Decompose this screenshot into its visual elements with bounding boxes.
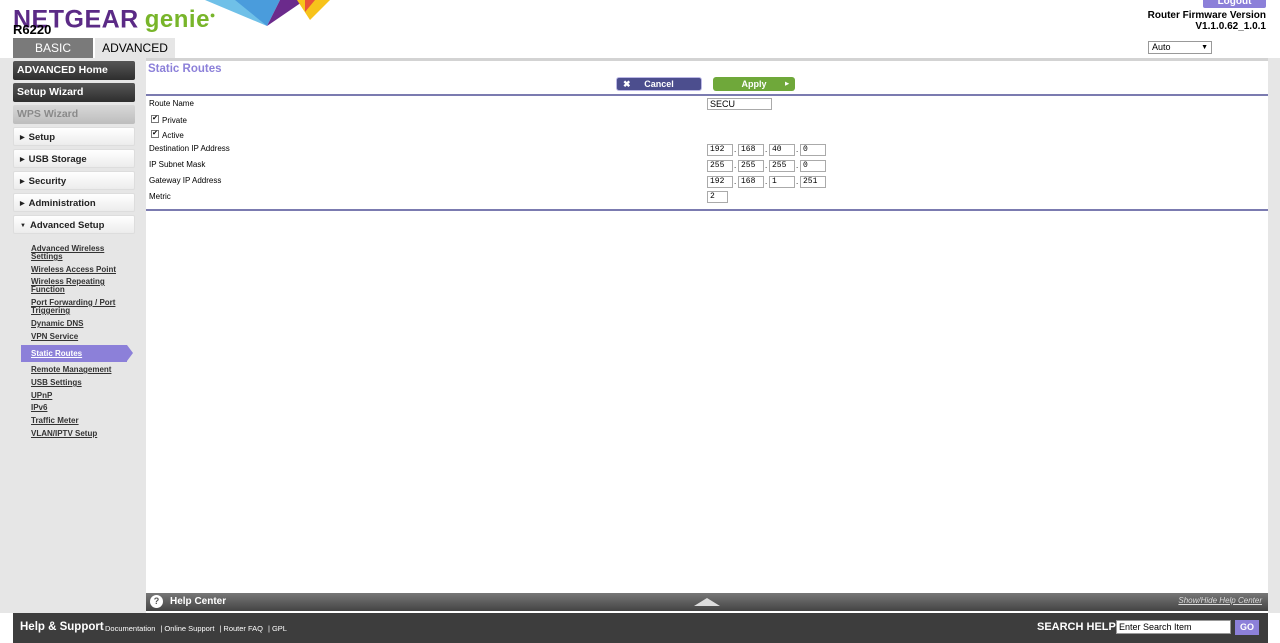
online-support-link[interactable]: Online Support [164, 624, 214, 633]
footer: Help & Support Documentation | Online Supp… [13, 613, 1268, 643]
active-checkbox[interactable]: ✔ [151, 130, 159, 138]
help-center-title: Help Center [170, 596, 227, 607]
firmware-label: Router Firmware Version [1147, 10, 1266, 21]
caret-down-icon: ▼ [20, 223, 26, 229]
caret-right-icon: ▶ [20, 157, 25, 163]
gateway-octet-2[interactable]: 168 [738, 176, 764, 188]
dest-ip-octet-2[interactable]: 168 [738, 144, 764, 156]
gateway-octet-1[interactable]: 192 [707, 176, 733, 188]
close-icon: ✖ [623, 79, 631, 89]
subnet-octet-2[interactable]: 255 [738, 160, 764, 172]
destination-ip-label: Destination IP Address [149, 144, 230, 153]
subnet-mask-label: IP Subnet Mask [149, 160, 206, 169]
subnet-octet-1[interactable]: 255 [707, 160, 733, 172]
metric-input[interactable]: 2 [707, 191, 728, 203]
chevron-down-icon: ▼ [1201, 44, 1208, 51]
router-faq-link[interactable]: Router FAQ [223, 624, 263, 633]
submenu-advanced-wireless-settings[interactable]: Advanced Wireless Settings [31, 245, 121, 261]
cancel-label: Cancel [644, 79, 674, 89]
sidebar-item-administration[interactable]: ▶ Administration [13, 193, 135, 212]
tab-advanced[interactable]: ADVANCED [95, 38, 175, 58]
sidebar-item-security[interactable]: ▶ Security [13, 171, 135, 190]
scrollbar[interactable] [1268, 58, 1280, 613]
sidebar-item-advanced-setup[interactable]: ▼ Advanced Setup [13, 215, 135, 234]
dest-ip-octet-4[interactable]: 0 [800, 144, 826, 156]
sidebar-item-label: USB Storage [28, 154, 87, 165]
submenu-static-routes[interactable]: Static Routes [21, 345, 133, 362]
product-text: genie [144, 6, 210, 34]
sidebar-item-label: Setup [28, 132, 56, 143]
subnet-octet-4[interactable]: 0 [800, 160, 826, 172]
caret-right-icon: ▶ [20, 135, 25, 141]
sidebar-item-label: Advanced Setup [29, 220, 105, 231]
footer-links: Documentation | Online Support | Router FAQ |… [105, 624, 287, 633]
subnet-octet-3[interactable]: 255 [769, 160, 795, 172]
route-name-label: Route Name [149, 99, 194, 108]
caret-right-icon: ▶ [20, 201, 25, 207]
page-title: Static Routes [148, 63, 222, 75]
submenu-traffic-meter[interactable]: Traffic Meter [31, 417, 121, 425]
sidebar-item-label: Administration [28, 198, 96, 209]
submenu-upnp[interactable]: UPnP [31, 392, 121, 400]
documentation-link[interactable]: Documentation [105, 624, 155, 633]
gateway-octet-3[interactable]: 1 [769, 176, 795, 188]
route-name-input[interactable]: SECU [707, 98, 772, 110]
submenu-wireless-repeating-function[interactable]: Wireless Repeating Function [31, 278, 121, 294]
metric-label: Metric [149, 192, 171, 201]
arrow-right-icon: ▶ [785, 81, 789, 87]
search-help-input[interactable]: Enter Search Item [1116, 620, 1231, 634]
submenu-wireless-access-point[interactable]: Wireless Access Point [31, 266, 121, 274]
active-label: Active [162, 131, 184, 140]
gpl-link[interactable]: GPL [272, 624, 287, 633]
help-support-title: Help & Support [20, 621, 104, 633]
gateway-ip-label: Gateway IP Address [149, 176, 222, 185]
search-help-label: SEARCH HELP [1037, 621, 1116, 633]
language-value: Auto [1152, 42, 1171, 52]
sidebar-item-usb-storage[interactable]: ▶ USB Storage [13, 149, 135, 168]
private-checkbox[interactable]: ✔ [151, 115, 159, 123]
expand-up-icon[interactable] [694, 598, 720, 606]
gateway-octet-4[interactable]: 251 [800, 176, 826, 188]
apply-button[interactable]: Apply ▶ [713, 77, 795, 91]
sidebar-item-label: Security [28, 176, 67, 187]
firmware-version: V1.1.0.62_1.0.1 [1195, 21, 1266, 32]
logo-graphic-icon [205, 0, 330, 26]
question-icon: ? [150, 595, 163, 608]
submenu-vpn-service[interactable]: VPN Service [31, 333, 121, 341]
submenu-dynamic-dns[interactable]: Dynamic DNS [31, 320, 121, 328]
help-center-bar[interactable]: ? Help Center Show/Hide Help Center [146, 593, 1268, 611]
submenu-remote-management[interactable]: Remote Management [31, 366, 121, 374]
cancel-button[interactable]: ✖ Cancel [616, 77, 702, 91]
dest-ip-octet-3[interactable]: 40 [769, 144, 795, 156]
model-name: R6220 [13, 22, 52, 37]
apply-label: Apply [741, 79, 767, 89]
go-button[interactable]: GO [1235, 620, 1259, 635]
dest-ip-octet-1[interactable]: 192 [707, 144, 733, 156]
submenu-vlan-iptv-setup[interactable]: VLAN/IPTV Setup [31, 430, 121, 438]
main-content: Static Routes ✖ Cancel Apply ▶ Route Nam… [146, 58, 1268, 593]
wps-wizard-button: WPS Wizard [13, 105, 135, 124]
tab-basic[interactable]: BASIC [13, 38, 93, 58]
caret-right-icon: ▶ [20, 179, 25, 185]
submenu-usb-settings[interactable]: USB Settings [31, 379, 121, 387]
setup-wizard-button[interactable]: Setup Wizard [13, 83, 135, 102]
advanced-home-button[interactable]: ADVANCED Home [13, 61, 135, 80]
sidebar: ADVANCED Home Setup Wizard WPS Wizard ▶ S… [0, 58, 146, 613]
divider [146, 209, 1268, 211]
submenu-ipv6[interactable]: IPv6 [31, 404, 121, 412]
language-select[interactable]: Auto ▼ [1148, 41, 1212, 54]
logout-button[interactable]: Logout [1203, 0, 1266, 8]
firmware-info: Router Firmware Version V1.1.0.62_1.0.1 [1148, 10, 1266, 32]
private-label: Private [162, 116, 187, 125]
submenu-port-forwarding[interactable]: Port Forwarding / Port Triggering [31, 299, 121, 315]
show-hide-help-link[interactable]: Show/Hide Help Center [1178, 596, 1262, 605]
sidebar-item-setup[interactable]: ▶ Setup [13, 127, 135, 146]
header: NETGEAR genie● R6220 Logout Router Firmwa… [0, 0, 1280, 58]
divider [146, 94, 1268, 96]
